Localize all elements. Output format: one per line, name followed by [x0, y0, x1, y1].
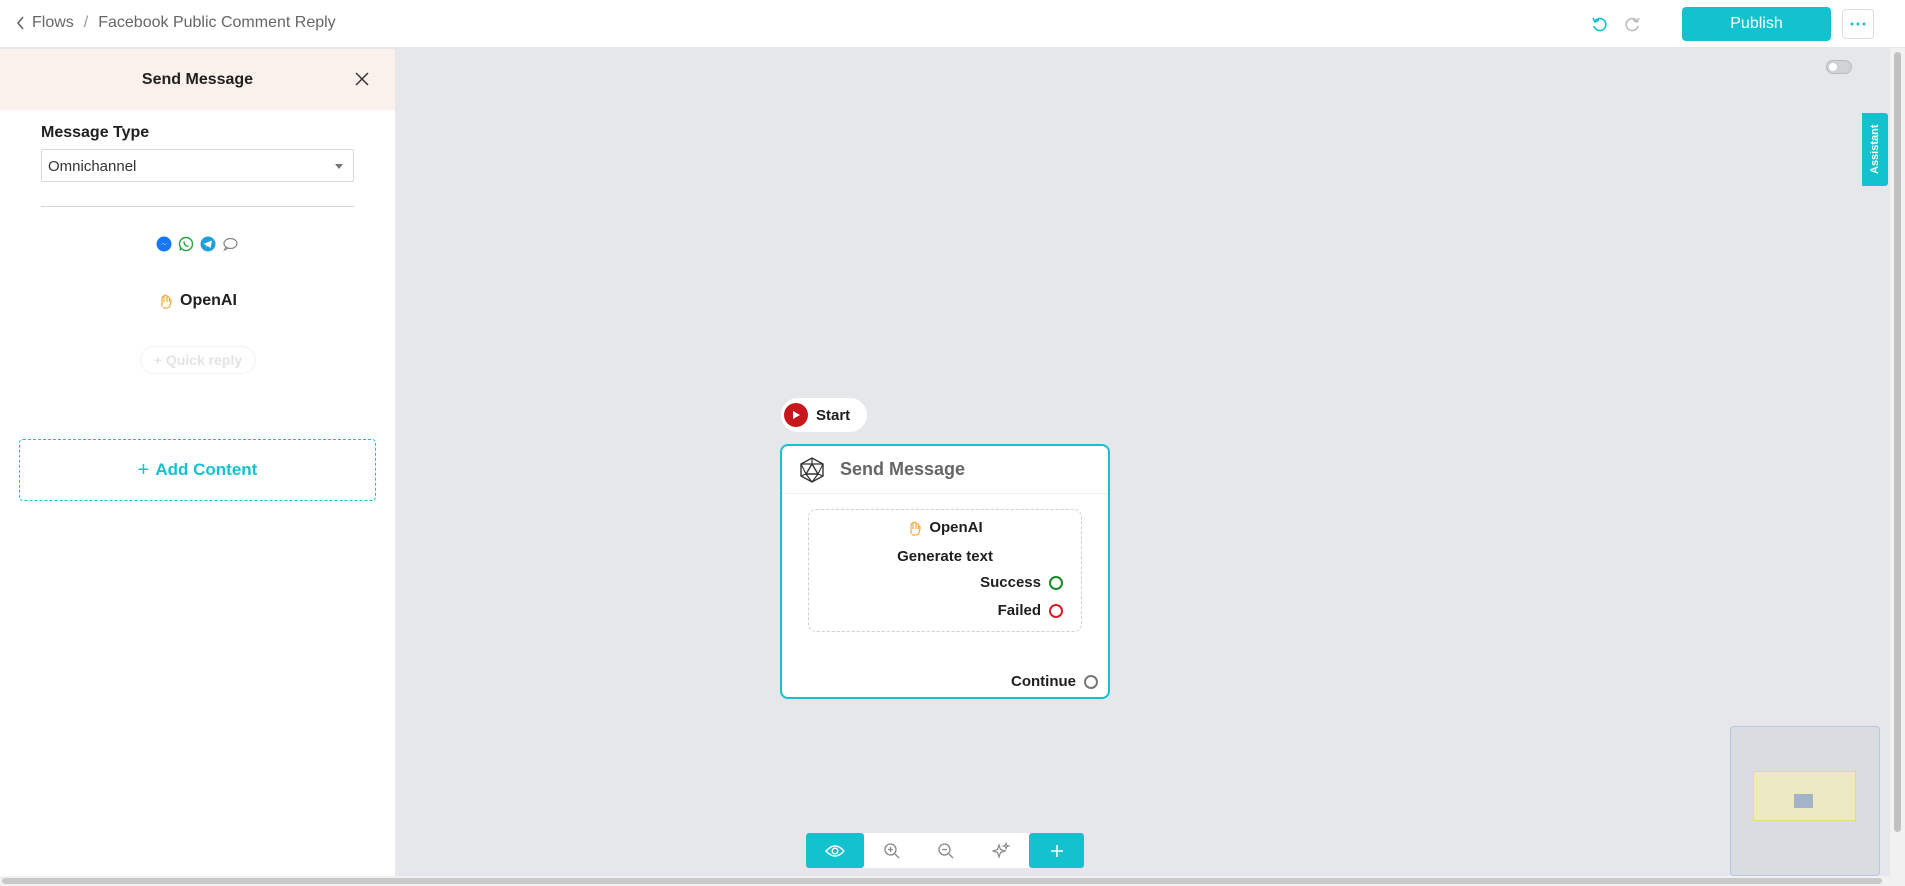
panel-header: Send Message	[0, 49, 395, 110]
success-handle[interactable]	[1049, 575, 1063, 590]
top-bar: Flows / Facebook Public Comment Reply Pu…	[0, 0, 1905, 48]
breadcrumb-flows-link[interactable]: Flows	[32, 14, 74, 32]
continue-handle[interactable]	[1084, 674, 1098, 689]
breadcrumb: Flows / Facebook Public Comment Reply	[14, 14, 336, 32]
panel-title: Send Message	[141, 70, 254, 88]
whatsapp-icon	[178, 236, 194, 252]
start-node[interactable]: Start	[781, 398, 867, 432]
failed-handle[interactable]	[1049, 603, 1063, 618]
node-provider: OpenAI	[809, 519, 1081, 536]
add-content-button[interactable]: + Add Content	[19, 439, 376, 501]
vertical-scrollbar[interactable]	[1890, 48, 1905, 886]
channel-icons	[156, 236, 238, 252]
minimap-node	[1794, 794, 1813, 808]
chevron-left-icon[interactable]	[14, 14, 28, 32]
add-node-button[interactable]	[1029, 833, 1084, 868]
plus-icon	[1050, 844, 1063, 857]
openai-hand-icon	[910, 520, 922, 536]
icosahedron-icon	[800, 456, 824, 483]
message-type-label: Message Type	[41, 124, 150, 141]
failed-label: Failed	[997, 602, 1041, 619]
success-output: Success	[980, 574, 1063, 591]
node-content-card[interactable]: OpenAI Generate text Success Failed	[808, 509, 1082, 632]
scrollbar-thumb[interactable]	[1894, 52, 1901, 832]
message-type-select[interactable]: Omnichannel	[41, 149, 354, 182]
eye-icon	[825, 844, 845, 857]
success-label: Success	[980, 574, 1041, 591]
canvas-toggle[interactable]	[1826, 60, 1852, 74]
sparkles-icon	[992, 841, 1010, 859]
breadcrumb-separator: /	[83, 14, 89, 31]
add-content-label: Add Content	[155, 460, 258, 479]
send-message-node[interactable]: Send Message OpenAI Generate text Succes…	[780, 444, 1110, 699]
failed-output: Failed	[998, 602, 1063, 619]
zoom-in-icon	[883, 842, 899, 858]
node-title: Send Message	[840, 459, 966, 479]
zoom-in-button[interactable]	[864, 833, 919, 868]
divider	[41, 206, 354, 207]
node-header: Send Message	[782, 446, 1108, 494]
message-type-value: Omnichannel	[48, 158, 137, 175]
redo-icon[interactable]	[1622, 14, 1642, 34]
zoom-out-icon	[938, 842, 954, 858]
node-provider-name: OpenAI	[929, 519, 983, 536]
close-icon[interactable]	[354, 71, 370, 87]
scrollbar-thumb[interactable]	[2, 878, 1882, 884]
preview-button[interactable]	[806, 833, 864, 868]
messenger-icon	[156, 236, 172, 252]
more-options-button[interactable]	[1842, 9, 1874, 39]
undo-icon[interactable]	[1590, 14, 1610, 34]
start-label: Start	[816, 406, 851, 424]
canvas-toolbar	[806, 833, 1084, 868]
provider-item[interactable]: OpenAI	[158, 292, 237, 310]
caret-down-icon	[335, 164, 343, 169]
openai-hand-icon	[161, 294, 172, 309]
plus-icon: +	[137, 458, 150, 481]
send-message-panel: Send Message Message Type Omnichannel Op…	[0, 49, 395, 876]
flow-name: Facebook Public Comment Reply	[98, 14, 336, 31]
more-dots-icon	[1850, 22, 1866, 26]
node-action: Generate text	[897, 548, 993, 565]
continue-label: Continue	[1011, 673, 1076, 690]
quick-reply-button[interactable]: + Quick reply	[140, 346, 256, 374]
chat-icon	[223, 237, 238, 252]
publish-button[interactable]: Publish	[1682, 7, 1831, 41]
provider-name: OpenAI	[180, 292, 237, 309]
telegram-icon	[200, 236, 216, 252]
minimap[interactable]	[1730, 726, 1880, 876]
assistant-tab[interactable]: Assistant	[1862, 113, 1888, 186]
horizontal-scrollbar[interactable]	[0, 876, 1890, 886]
auto-layout-button[interactable]	[973, 833, 1029, 868]
play-icon	[784, 403, 808, 427]
continue-output: Continue	[1011, 673, 1098, 690]
zoom-out-button[interactable]	[919, 833, 973, 868]
